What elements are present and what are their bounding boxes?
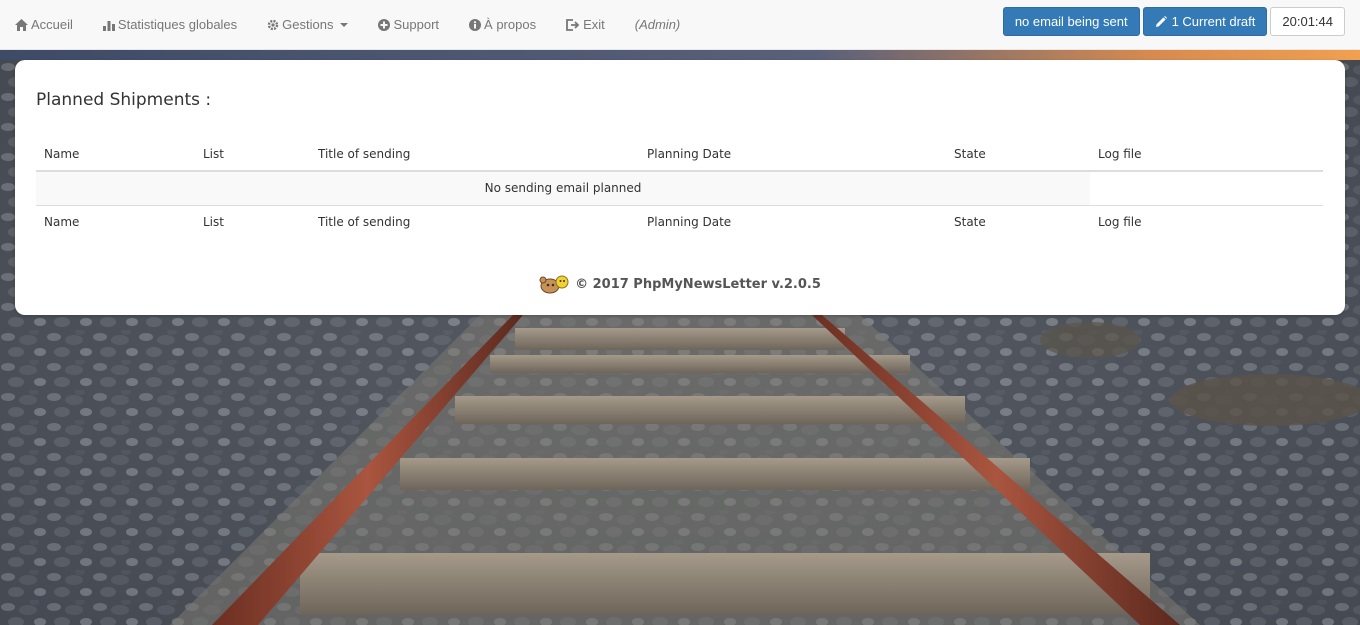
clock-time: 20:01:44: [1282, 14, 1333, 29]
logo-icon: [539, 275, 569, 294]
clock-display: 20:01:44: [1270, 7, 1345, 36]
nav-item-exit[interactable]: Exit: [551, 0, 620, 50]
nav-status-group: no email being sent 1 Current draft 20:0…: [1002, 7, 1345, 36]
nav-menu: Accueil Statistiques globales Gestions S…: [0, 0, 695, 50]
column-footer-log-file: Log file: [1090, 204, 1323, 239]
gear-icon: [267, 19, 279, 30]
nav-label-statistiques: Statistiques globales: [117, 17, 238, 32]
column-footer-planning-date: Planning Date: [639, 204, 946, 239]
column-header-name: Name: [36, 137, 195, 172]
column-footer-name: Name: [36, 204, 195, 239]
planned-shipments-panel: Planned Shipments : Name List Title of s…: [15, 60, 1345, 315]
nav-label-accueil: Accueil: [31, 17, 73, 32]
column-footer-list: List: [195, 204, 310, 239]
table-body: No sending email planned: [36, 171, 1323, 205]
column-header-title: Title of sending: [310, 137, 639, 172]
nav-item-statistiques[interactable]: Statistiques globales: [88, 0, 252, 50]
nav-label-a-propos: À propos: [484, 17, 537, 32]
copyright-footer: © 2017 PhpMyNewsLetter v.2.0.5: [15, 274, 1345, 294]
bar-chart-icon: [102, 20, 115, 31]
pencil-icon: [1155, 15, 1167, 27]
column-header-state: State: [946, 137, 1090, 172]
column-footer-state: State: [946, 204, 1090, 239]
table-footer: Name List Title of sending Planning Date…: [36, 204, 1323, 239]
nav-item-support[interactable]: Support: [363, 0, 454, 50]
info-circle-icon: [469, 18, 482, 31]
email-status-button[interactable]: no email being sent: [1002, 7, 1140, 36]
column-header-log-file: Log file: [1090, 137, 1323, 172]
nav-label-gestions: Gestions: [282, 17, 334, 32]
column-header-list: List: [195, 137, 310, 172]
plus-circle-icon: [378, 18, 391, 31]
nav-label-support: Support: [393, 17, 440, 32]
column-header-planning-date: Planning Date: [639, 137, 946, 172]
nav-item-accueil[interactable]: Accueil: [15, 0, 88, 50]
chevron-down-icon: [340, 22, 349, 27]
home-icon: [15, 18, 28, 31]
table-header: Name List Title of sending Planning Date…: [36, 137, 1323, 172]
nav-item-a-propos[interactable]: À propos: [454, 0, 551, 50]
copyright-text: © 2017 PhpMyNewsLetter v.2.0.5: [575, 276, 821, 292]
current-draft-label: 1 Current draft: [1171, 14, 1256, 29]
top-navbar: Accueil Statistiques globales Gestions S…: [0, 0, 1360, 50]
column-footer-title: Title of sending: [310, 204, 639, 239]
admin-role-label: (Admin): [634, 17, 681, 32]
page-title: Planned Shipments :: [36, 90, 212, 110]
empty-state-message: No sending email planned: [36, 171, 1090, 205]
nav-item-gestions[interactable]: Gestions: [252, 0, 363, 50]
table-cell-empty: [1090, 171, 1323, 205]
current-draft-button[interactable]: 1 Current draft: [1142, 7, 1268, 36]
table-row: No sending email planned: [36, 171, 1323, 205]
nav-label-exit: Exit: [583, 17, 605, 32]
email-status-label: no email being sent: [1014, 14, 1128, 29]
planned-shipments-table: Name List Title of sending Planning Date…: [36, 137, 1323, 239]
log-out-icon: [566, 18, 580, 31]
